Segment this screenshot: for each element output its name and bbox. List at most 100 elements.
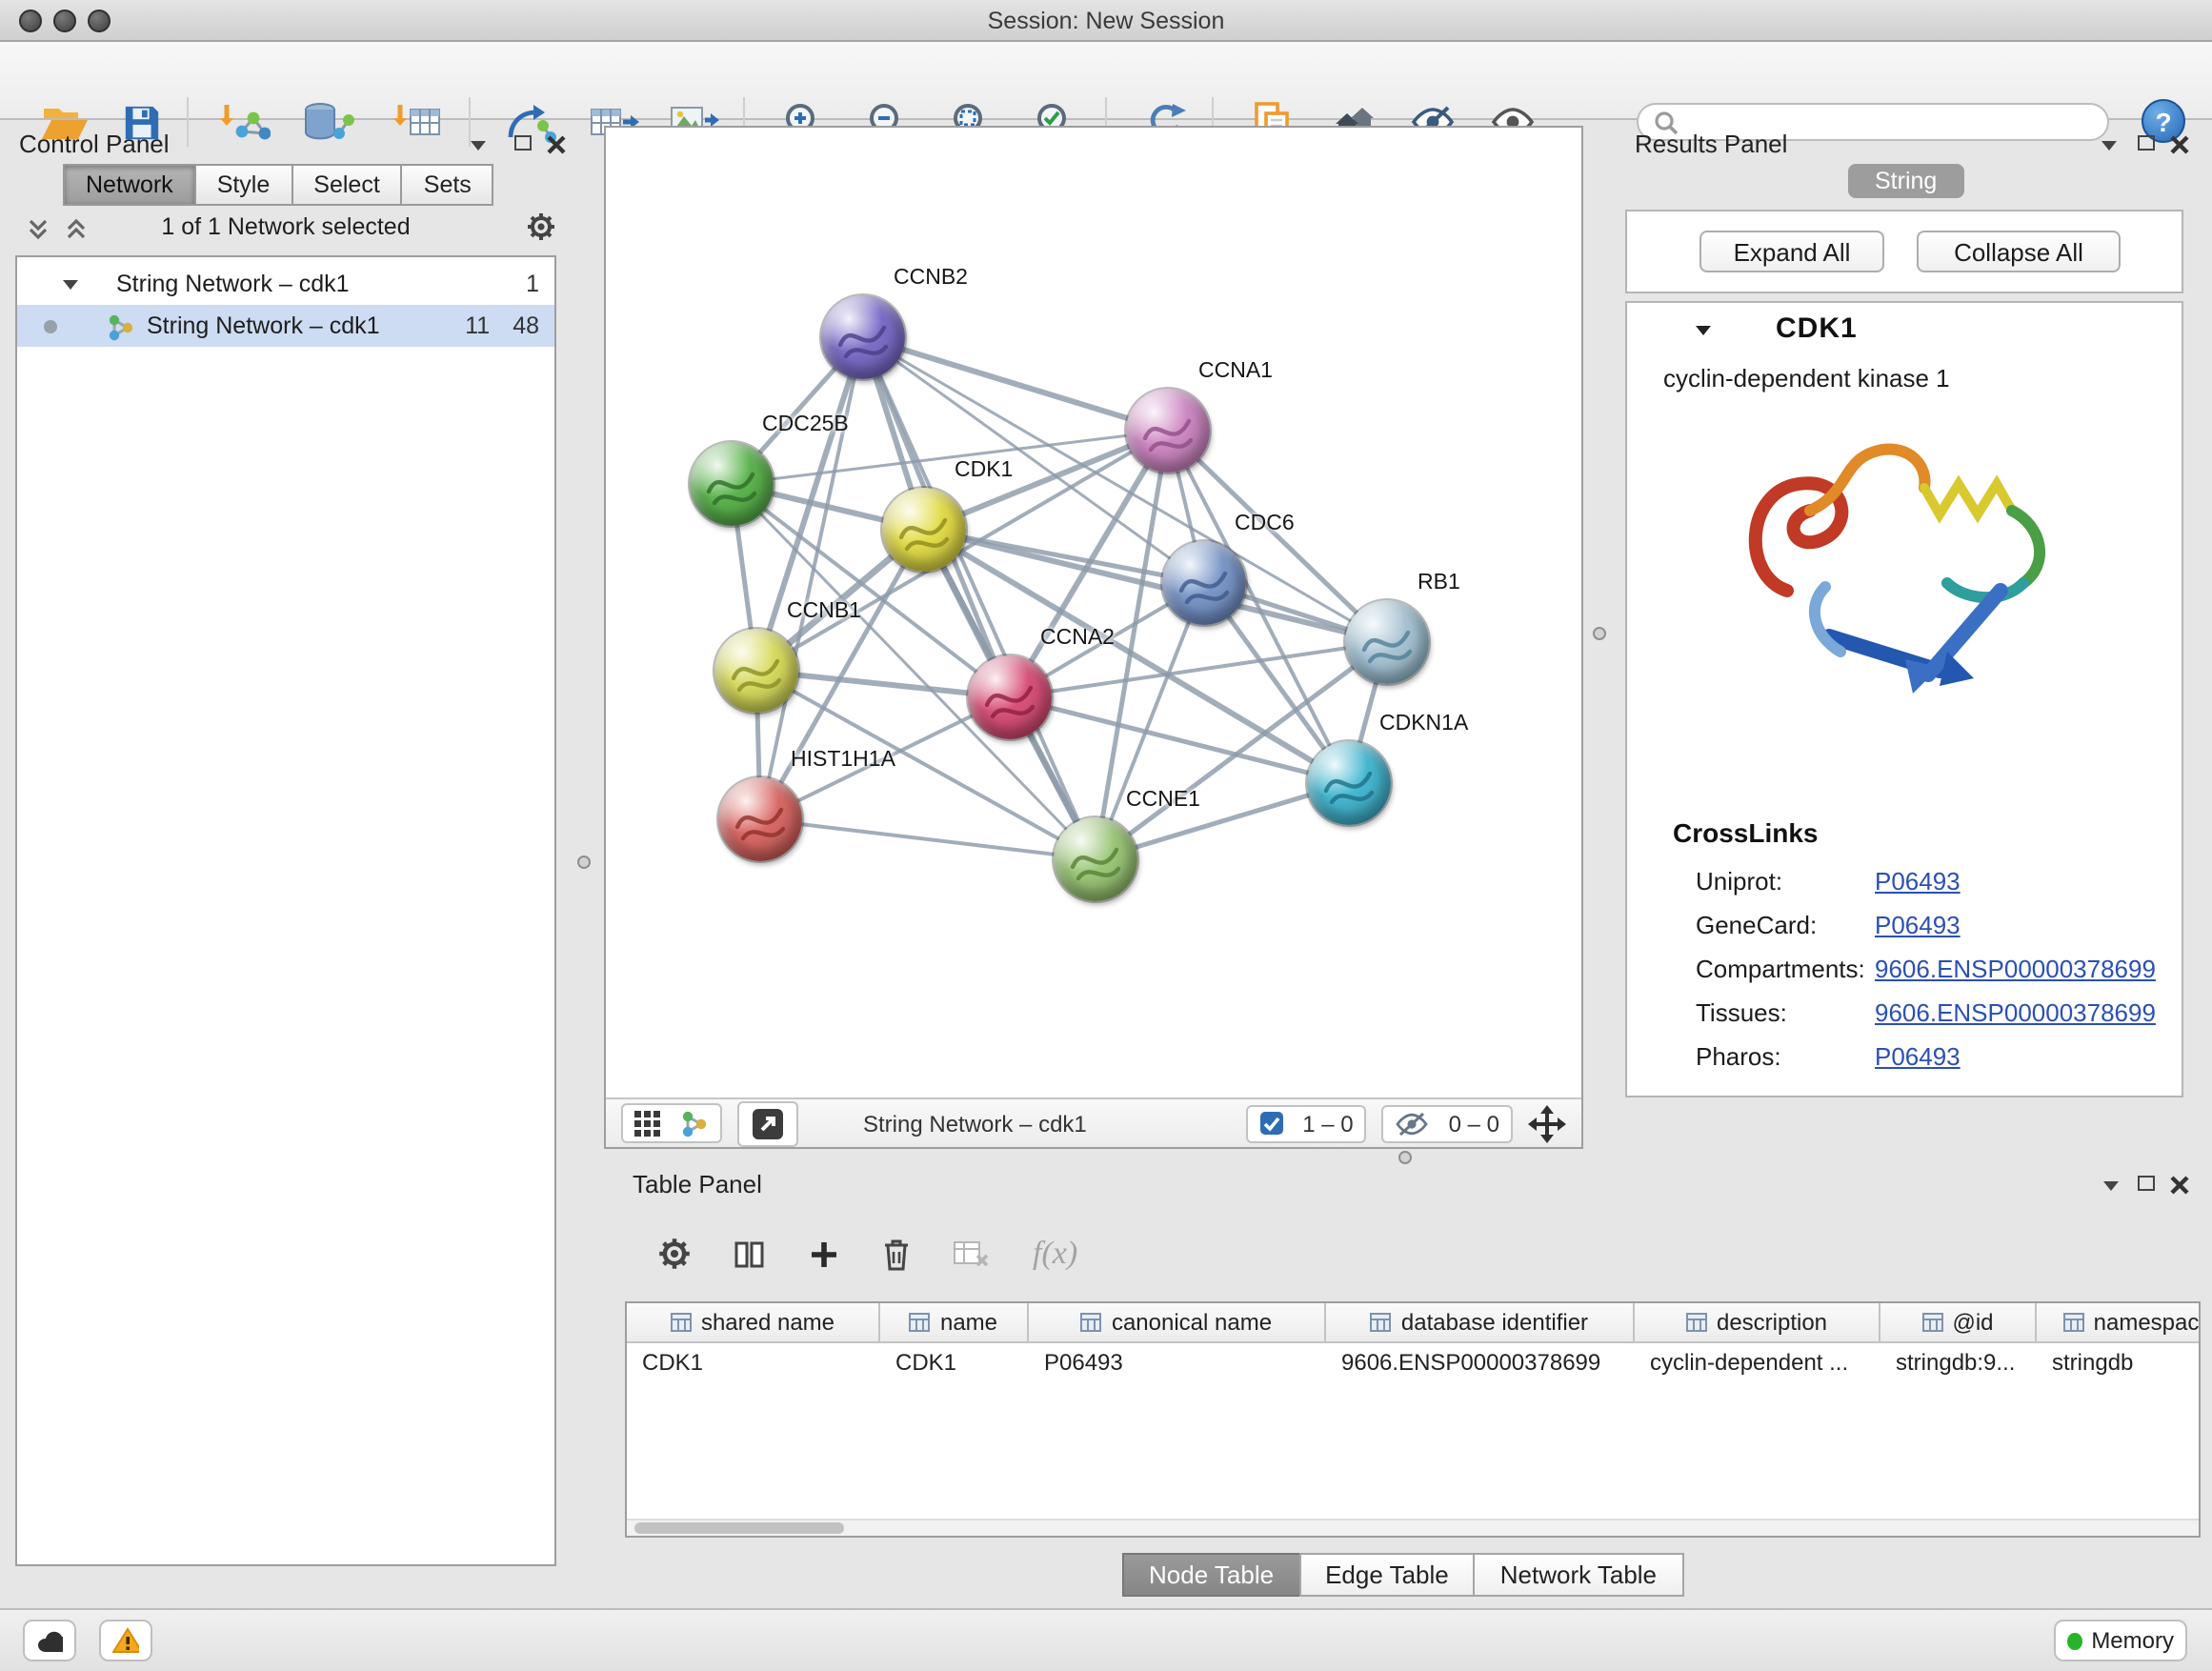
network-node-cdc25b[interactable] (690, 442, 774, 526)
tree-disclosure-icon[interactable] (63, 279, 78, 289)
protein-description: cyclin-dependent kinase 1 (1663, 364, 1950, 393)
float-panel-icon[interactable] (2138, 135, 2155, 151)
float-panel-icon[interactable] (514, 135, 532, 151)
memory-button[interactable]: Memory (2054, 1620, 2187, 1661)
collapse-panel-icon[interactable] (471, 141, 486, 151)
tab-select[interactable]: Select (291, 164, 403, 206)
string-view-icon[interactable] (680, 1109, 709, 1137)
network-collection-row[interactable]: String Network – cdk1 1 (17, 263, 554, 305)
collapse-panel-icon[interactable] (2103, 1181, 2119, 1191)
close-panel-icon[interactable] (2170, 1176, 2189, 1195)
network-node-label: CCNA1 (1198, 360, 1273, 383)
tab-network[interactable]: Network (63, 164, 196, 206)
network-view: CCNB2CCNA1CDC25BCDK1CDC6RB1CCNB1CCNA2CDK… (604, 126, 1583, 1149)
column-header-canonical-name[interactable]: canonical name (1029, 1303, 1326, 1341)
network-node-cdk1[interactable] (882, 488, 966, 572)
network-canvas[interactable]: CCNB2CCNA1CDC25BCDK1CDC6RB1CCNB1CCNA2CDK… (606, 128, 1581, 1097)
float-panel-icon[interactable] (2138, 1176, 2155, 1191)
selected-checkbox-icon[interactable] (1258, 1111, 1283, 1136)
network-node-ccnb1[interactable] (714, 629, 798, 713)
table-settings-gear-icon[interactable] (657, 1237, 692, 1271)
collapse-panel-icon[interactable] (2101, 141, 2117, 151)
expand-collapse-bar: Expand All Collapse All (1625, 210, 2183, 293)
warning-icon (112, 1627, 139, 1654)
network-node-label: CCNA2 (1040, 627, 1115, 650)
table-panel-title: Table Panel (633, 1170, 762, 1198)
right-splitter-handle[interactable] (1593, 627, 1606, 640)
tab-node-table[interactable]: Node Table (1122, 1553, 1300, 1597)
network-node-ccna2[interactable] (968, 655, 1052, 739)
column-header-description[interactable]: description (1635, 1303, 1880, 1341)
network-node-cdc6[interactable] (1162, 541, 1246, 625)
crosslink-value-link[interactable]: P06493 (1875, 867, 1961, 896)
cloud-status-button[interactable] (23, 1620, 76, 1661)
column-header--id[interactable]: @id (1880, 1303, 2037, 1341)
column-header-name[interactable]: name (880, 1303, 1029, 1341)
table-cell[interactable]: CDK1 (627, 1343, 880, 1381)
network-node-label: CDC6 (1235, 513, 1295, 535)
bottom-splitter-handle[interactable] (1398, 1151, 1412, 1164)
table-data-row[interactable]: CDK1CDK1P064939606.ENSP00000378699cyclin… (627, 1343, 2199, 1381)
control-panel: Control Panel NetworkStyleSelectSets 1 o… (8, 126, 564, 1566)
hidden-eye-icon[interactable] (1396, 1110, 1430, 1137)
warning-status-button[interactable] (99, 1620, 152, 1661)
horizontal-scrollbar[interactable] (627, 1519, 2199, 1536)
crosslink-row: GeneCard:P06493 (1627, 903, 2183, 947)
crosslink-label: Tissues: (1696, 998, 1875, 1027)
table-cell[interactable]: P06493 (1029, 1343, 1326, 1381)
function-builder-fx-icon[interactable]: f(x) (1033, 1235, 1077, 1273)
network-node-rb1[interactable] (1345, 600, 1429, 684)
tab-sets[interactable]: Sets (401, 164, 494, 206)
crosslink-value-link[interactable]: P06493 (1875, 1042, 1961, 1071)
network-node-label: RB1 (1418, 572, 1460, 594)
left-splitter-handle[interactable] (577, 856, 591, 869)
move-crosshair-icon[interactable] (1528, 1104, 1566, 1142)
column-header-namespac[interactable]: namespac (2037, 1303, 2201, 1341)
gear-icon[interactable] (526, 211, 556, 242)
delete-column-trash-icon[interactable] (882, 1237, 911, 1271)
column-header-icon (2063, 1313, 2084, 1332)
network-node-cdkn1a[interactable] (1307, 741, 1391, 825)
close-panel-icon[interactable] (2170, 135, 2189, 154)
network-node-hist1h1a[interactable] (718, 777, 802, 861)
column-header-label: canonical name (1112, 1309, 1272, 1336)
show-columns-icon[interactable] (734, 1238, 766, 1270)
table-cell[interactable]: CDK1 (880, 1343, 1029, 1381)
network-node-ccnb2[interactable] (821, 295, 905, 379)
scrollbar-thumb[interactable] (634, 1522, 844, 1534)
network-node-label: CCNB1 (787, 600, 861, 623)
table-cell[interactable]: stringdb:9... (1880, 1343, 2037, 1381)
crosslink-value-link[interactable]: P06493 (1875, 911, 1961, 939)
column-header-database-identifier[interactable]: database identifier (1326, 1303, 1635, 1341)
network-node-ccne1[interactable] (1054, 817, 1137, 901)
table-cell[interactable]: 9606.ENSP00000378699 (1326, 1343, 1635, 1381)
network-row-selected[interactable]: String Network – cdk1 11 48 (17, 305, 554, 347)
crosslink-label: Compartments: (1696, 955, 1875, 983)
tab-edge-table[interactable]: Edge Table (1298, 1553, 1476, 1597)
grid-view-icon[interactable] (634, 1110, 661, 1137)
tab-string[interactable]: String (1848, 164, 1963, 198)
table-cell[interactable]: stringdb (2037, 1343, 2201, 1381)
column-header-icon (1686, 1313, 1707, 1332)
collapse-all-button[interactable]: Collapse All (1917, 231, 2121, 272)
network-node-ccna1[interactable] (1126, 389, 1210, 473)
crosslink-value-link[interactable]: 9606.ENSP00000378699 (1875, 955, 2156, 983)
delete-table-icon-disabled[interactable] (953, 1238, 991, 1269)
table-cell[interactable]: cyclin-dependent ... (1635, 1343, 1880, 1381)
expand-all-button[interactable]: Expand All (1699, 231, 1884, 272)
open-in-new-icon[interactable] (751, 1106, 785, 1140)
tab-style[interactable]: Style (194, 164, 293, 206)
create-column-plus-icon[interactable] (808, 1238, 840, 1270)
tab-network-table[interactable]: Network Table (1474, 1553, 1683, 1597)
network-node-label: CCNB2 (894, 267, 968, 290)
crosslink-label: GeneCard: (1696, 911, 1875, 939)
results-panel-title: Results Panel (1635, 130, 1787, 158)
column-header-icon (1371, 1313, 1392, 1332)
crosslink-value-link[interactable]: 9606.ENSP00000378699 (1875, 998, 2156, 1027)
network-node-label: CDKN1A (1379, 713, 1468, 735)
protein-disclosure-icon[interactable] (1696, 326, 1711, 335)
protein-ribbon-glyph (821, 295, 905, 379)
close-panel-icon[interactable] (547, 135, 566, 154)
crosslink-row: Uniprot:P06493 (1627, 859, 2183, 903)
column-header-shared-name[interactable]: shared name (627, 1303, 880, 1341)
